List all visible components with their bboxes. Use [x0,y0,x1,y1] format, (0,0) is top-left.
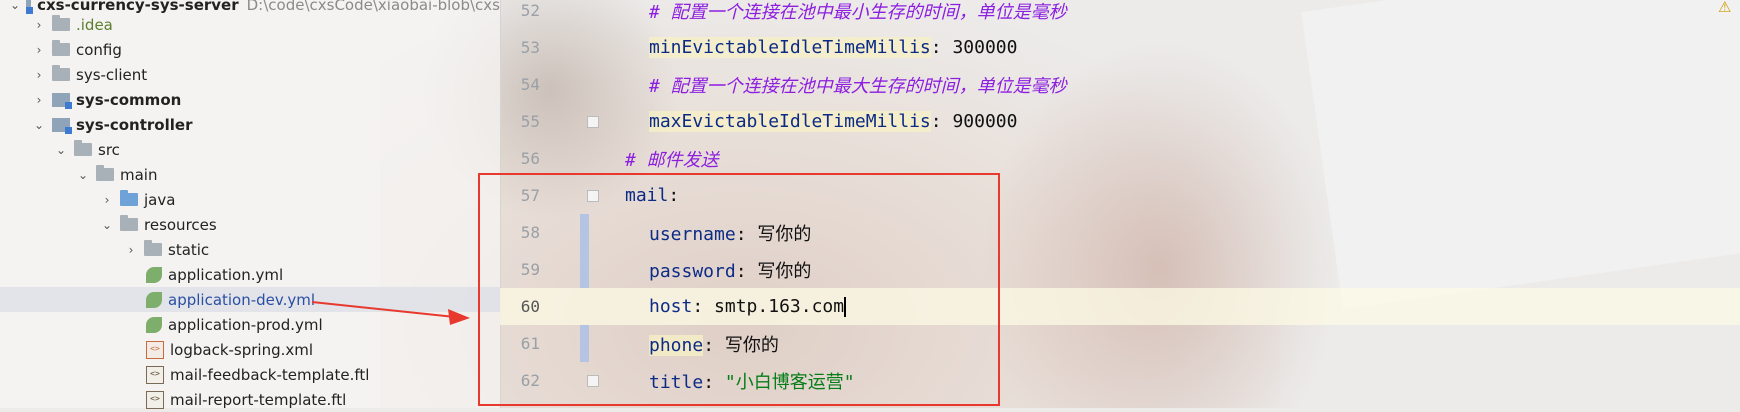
ftl-file-icon: <> [146,365,164,384]
tree-item-label: src [98,140,120,159]
tree-item-label: .idea [76,15,113,34]
folder-icon [52,40,70,56]
tree-item-label: sys-client [76,65,148,84]
line-number: 56 [520,149,540,168]
module-folder-icon [52,92,72,109]
tree-item-label: application-dev.yml [168,290,316,309]
code-line-52[interactable]: 52 # 配置一个连接在池中最小生存的时间，单位是毫秒 [500,0,1740,29]
yaml-value: 300000 [952,37,1018,58]
yaml-key: minEvictableIdleTimeMillis [649,37,931,58]
tree-item-resources[interactable]: ⌄ resources [0,212,500,237]
tree-item-config[interactable]: › config [0,37,500,62]
line-number: 54 [520,75,540,94]
yaml-comment: # 配置一个连接在池中最小生存的时间，单位是毫秒 [649,1,1067,23]
folder-icon [52,65,70,81]
tree-item-mail-feedback-template[interactable]: <> mail-feedback-template.ftl [0,362,500,387]
tree-item-label: application-prod.yml [168,315,323,334]
chevron-right-icon[interactable]: › [32,43,46,57]
tree-item-main[interactable]: ⌄ main [0,162,500,187]
annotation-highlight-box [478,173,1000,406]
code-line-54[interactable]: 54 # 配置一个连接在池中最大生存的时间，单位是毫秒 [500,66,1740,103]
resources-folder-icon [120,215,138,231]
tree-item-mail-report-template[interactable]: <> mail-report-template.ftl [0,387,500,412]
chevron-right-icon[interactable]: › [124,243,138,257]
chevron-right-icon[interactable]: › [32,93,46,107]
folder-icon [144,240,162,256]
tree-item-logback-spring-xml[interactable]: <> logback-spring.xml [0,337,500,362]
yaml-separator: : [930,111,953,132]
line-number: 52 [520,1,540,20]
tree-item-label: sys-common [76,90,182,109]
chevron-down-icon[interactable]: ⌄ [10,0,20,12]
tree-item-label: java [144,190,176,209]
tree-item-label: main [120,165,158,184]
chevron-right-icon[interactable]: › [32,68,46,82]
yaml-comment: # 邮件发送 [625,149,719,171]
tree-item-label: application.yml [168,265,284,284]
yaml-key: maxEvictableIdleTimeMillis [649,111,931,132]
yaml-file-icon [146,316,162,333]
yaml-file-icon [146,266,162,283]
xml-file-icon: <> [146,340,164,359]
tree-item-label: config [76,40,122,59]
tree-item-label: resources [144,215,217,234]
chevron-down-icon[interactable]: ⌄ [100,218,114,232]
code-line-53[interactable]: 53 minEvictableIdleTimeMillis: 300000 [500,29,1740,66]
folder-icon [96,165,114,181]
line-number: 53 [520,38,540,57]
yaml-comment: # 配置一个连接在池中最大生存的时间，单位是毫秒 [649,75,1067,97]
tree-item-label: static [168,240,210,259]
tree-item-src[interactable]: ⌄ src [0,137,500,162]
yaml-separator: : [930,37,953,58]
code-line-56[interactable]: 56 # 邮件发送 [500,140,1740,177]
tree-item-static[interactable]: › static [0,237,500,262]
tree-item-label: sys-controller [76,115,193,134]
module-folder-icon [26,0,34,14]
fold-marker-icon[interactable] [587,116,599,128]
chevron-right-icon[interactable]: › [100,193,114,207]
tree-item-application-prod-yml[interactable]: application-prod.yml [0,312,500,337]
folder-icon [74,140,92,156]
yaml-file-icon [146,291,162,308]
tree-item-idea[interactable]: › .idea [0,12,500,37]
module-folder-icon [52,117,72,134]
chevron-down-icon[interactable]: ⌄ [32,118,46,132]
tree-item-sys-controller[interactable]: ⌄ sys-controller [0,112,500,137]
source-folder-icon [120,190,138,206]
project-tree: ⌄ cxs-currency-sys-server D:\code\cxsCod… [0,0,501,409]
tree-item-sys-client[interactable]: › sys-client [0,62,500,87]
code-line-55[interactable]: 55 maxEvictableIdleTimeMillis: 900000 [500,103,1740,140]
chevron-right-icon[interactable]: › [32,18,46,32]
tree-item-java[interactable]: › java [0,187,500,212]
chevron-down-icon[interactable]: ⌄ [76,168,90,182]
line-number: 55 [520,112,540,131]
yaml-value: 900000 [952,111,1018,132]
tree-item-application-dev-yml[interactable]: application-dev.yml [0,287,500,312]
tree-item-label: logback-spring.xml [170,340,314,359]
ftl-file-icon: <> [146,390,164,409]
tree-item-application-yml[interactable]: application.yml [0,262,500,287]
tree-item-label: mail-report-template.ftl [170,390,347,409]
tree-item-label: mail-feedback-template.ftl [170,365,370,384]
folder-icon [52,15,70,31]
tree-item-sys-common[interactable]: › sys-common [0,87,500,112]
chevron-down-icon[interactable]: ⌄ [54,143,68,157]
warning-icon[interactable]: ⚠ [1718,0,1731,16]
